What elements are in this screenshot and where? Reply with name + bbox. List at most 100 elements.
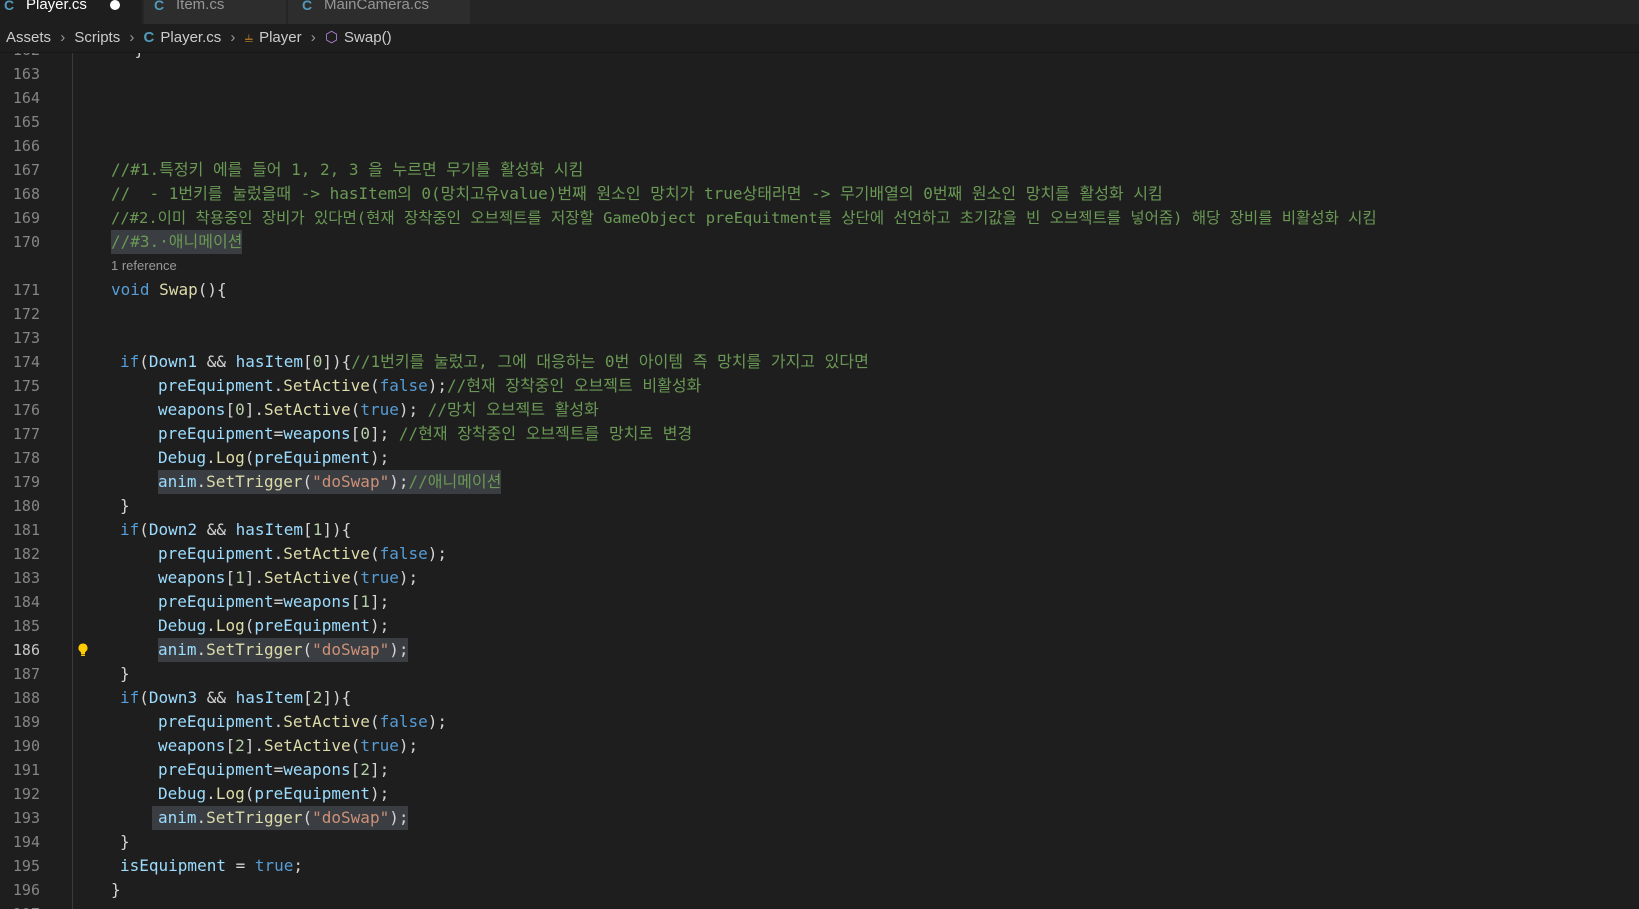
code-text: if(Down2 && hasItem[1]){ (120, 520, 352, 539)
line-number: 185 (12, 617, 40, 635)
code-line[interactable]: 197 (0, 902, 1639, 909)
code-line[interactable]: 188 if(Down3 && hasItem[2]){ (0, 686, 1639, 710)
code-line[interactable]: 174 if(Down1 && hasItem[0]){//1번키를 눌렀고, … (0, 350, 1639, 374)
code-line[interactable]: 171 void Swap(){ (0, 278, 1639, 302)
code-line[interactable]: 178 Debug.Log(preEquipment); (0, 446, 1639, 470)
code-text: } (120, 832, 130, 851)
line-number: 176 (12, 401, 40, 419)
code-text: Debug.Log(preEquipment); (158, 784, 390, 803)
code-line[interactable]: 177 preEquipment=weapons[0]; //현재 장착중인 오… (0, 422, 1639, 446)
tab-label: Item.cs (176, 0, 225, 13)
csharp-icon: C (154, 0, 165, 13)
code-line[interactable]: 176 weapons[0].SetActive(true); //망치 오브젝… (0, 398, 1639, 422)
code-line[interactable]: 185 Debug.Log(preEquipment); (0, 614, 1639, 638)
code-line[interactable]: 163 (0, 62, 1639, 86)
line-number: 186 (12, 641, 40, 659)
code-line[interactable]: 187 } (0, 662, 1639, 686)
line-number: 178 (12, 449, 40, 467)
code-line[interactable]: 183 weapons[1].SetActive(true); (0, 566, 1639, 590)
line-number: 177 (12, 425, 40, 443)
breadcrumb-method[interactable]: Swap() (344, 29, 392, 46)
code-text: preEquipment=weapons[0]; //현재 장착중인 오브젝트를… (158, 424, 693, 443)
code-line[interactable]: 165 (0, 110, 1639, 134)
line-number: 188 (12, 689, 40, 707)
line-number: 187 (12, 665, 40, 683)
code-text: if(Down3 && hasItem[2]){ (120, 688, 352, 707)
code-line[interactable]: 175 preEquipment.SetActive(false);//현재 장… (0, 374, 1639, 398)
chevron-right-icon: › (60, 29, 66, 47)
tab-player-cs[interactable]: C Player.cs (0, 0, 142, 24)
line-number: 193 (12, 809, 40, 827)
code-line[interactable]: 194 } (0, 830, 1639, 854)
line-number: 163 (12, 65, 40, 83)
comment-text: // - 1번키를 눌렀을때 -> hasItem의 0(망치고유value)번… (111, 184, 1163, 203)
breadcrumb-class[interactable]: Player (259, 29, 302, 46)
code-line[interactable]: 182 preEquipment.SetActive(false); (0, 542, 1639, 566)
code-text: if(Down1 && hasItem[0]){//1번키를 눌렀고, 그에 대… (120, 352, 869, 371)
code-line[interactable]: 170 //#3.·애니메이션 (0, 230, 1639, 254)
code-line[interactable]: 169 //#2.이미 착용중인 장비가 있다면(현재 장착중인 오브젝트를 저… (0, 206, 1639, 230)
code-line[interactable]: 172 (0, 302, 1639, 326)
code-text: preEquipment=weapons[2]; (158, 760, 390, 779)
code-editor[interactable]: 162 } 163 164 165 166 167 //#1.특정키 에를 들어… (0, 53, 1639, 909)
tab-item-cs[interactable]: C Item.cs (144, 0, 286, 24)
code-line[interactable]: 196 } (0, 878, 1639, 902)
codelens-references[interactable]: 1 reference (111, 254, 177, 278)
code-text: weapons[2].SetActive(true); (158, 736, 419, 755)
code-line[interactable]: 180 } (0, 494, 1639, 518)
breadcrumb: Assets › Scripts › C Player.cs › ⫨ Player … (0, 24, 1639, 53)
line-number: 173 (12, 329, 40, 347)
tab-label: MainCamera.cs (324, 0, 430, 13)
code-line[interactable]: 173 (0, 326, 1639, 350)
code-line[interactable]: 162 } (0, 53, 1639, 62)
code-text: preEquipment=weapons[1]; (158, 592, 390, 611)
code-line[interactable]: 184 preEquipment=weapons[1]; (0, 590, 1639, 614)
line-number: 172 (12, 305, 40, 323)
breadcrumb-assets[interactable]: Assets (6, 29, 51, 46)
chevron-right-icon: › (230, 29, 236, 47)
code-line[interactable]: 190 weapons[2].SetActive(true); (0, 734, 1639, 758)
codelens-row: 1 reference (0, 254, 1639, 278)
code-text: } (111, 880, 121, 899)
code-text: } (120, 496, 130, 515)
code-line[interactable]: 179 anim.SetTrigger("doSwap");//애니메이션 (0, 470, 1639, 494)
lightbulb-icon[interactable] (75, 642, 91, 658)
csharp-icon: C (302, 0, 313, 13)
code-text: isEquipment = true; (120, 856, 304, 875)
comment-text: //#1.특정키 에를 들어 1, 2, 3 을 누르면 무기를 활성화 시킴 (111, 160, 584, 179)
code-text: preEquipment.SetActive(false); (158, 544, 448, 563)
unsaved-dot-icon[interactable] (110, 0, 120, 10)
tab-maincamera-cs[interactable]: C MainCamera.cs (288, 0, 470, 24)
line-number: 180 (12, 497, 40, 515)
code-line[interactable]: 192 Debug.Log(preEquipment); (0, 782, 1639, 806)
code-text: Debug.Log(preEquipment); (158, 616, 390, 635)
line-number: 174 (12, 353, 40, 371)
line-number: 167 (12, 161, 40, 179)
tab-label: Player.cs (26, 0, 87, 13)
line-number: 168 (12, 185, 40, 203)
code-line[interactable]: 195 isEquipment = true; (0, 854, 1639, 878)
code-line[interactable]: 166 (0, 134, 1639, 158)
code-line[interactable]: 191 preEquipment=weapons[2]; (0, 758, 1639, 782)
tab-bar: C Player.cs C Item.cs C MainCamera.cs (0, 0, 1639, 24)
breadcrumb-scripts[interactable]: Scripts (74, 29, 120, 46)
code-text: weapons[1].SetActive(true); (158, 568, 419, 587)
code-line[interactable]: 193 anim.SetTrigger("doSwap"); (0, 806, 1639, 830)
code-line[interactable]: 181 if(Down2 && hasItem[1]){ (0, 518, 1639, 542)
code-line-active[interactable]: 186 anim.SetTrigger("doSwap"); (0, 638, 1639, 662)
line-number: 165 (12, 113, 40, 131)
line-number: 183 (12, 569, 40, 587)
method-cube-icon: ⬡ (324, 29, 339, 47)
line-number: 169 (12, 209, 40, 227)
code-line[interactable]: 167 //#1.특정키 에를 들어 1, 2, 3 을 누르면 무기를 활성화… (0, 158, 1639, 182)
code-text: } (120, 664, 130, 683)
breadcrumb-file[interactable]: Player.cs (160, 29, 221, 46)
code-line[interactable]: 189 preEquipment.SetActive(false); (0, 710, 1639, 734)
csharp-icon: C (4, 0, 15, 13)
code-line[interactable]: 168 // - 1번키를 눌렀을때 -> hasItem의 0(망치고유val… (0, 182, 1639, 206)
line-number: 179 (12, 473, 40, 491)
line-number: 171 (12, 281, 40, 299)
line-number: 197 (0, 902, 40, 909)
code-line[interactable]: 164 (0, 86, 1639, 110)
code-text: preEquipment.SetActive(false);//현재 장착중인 … (158, 376, 702, 395)
